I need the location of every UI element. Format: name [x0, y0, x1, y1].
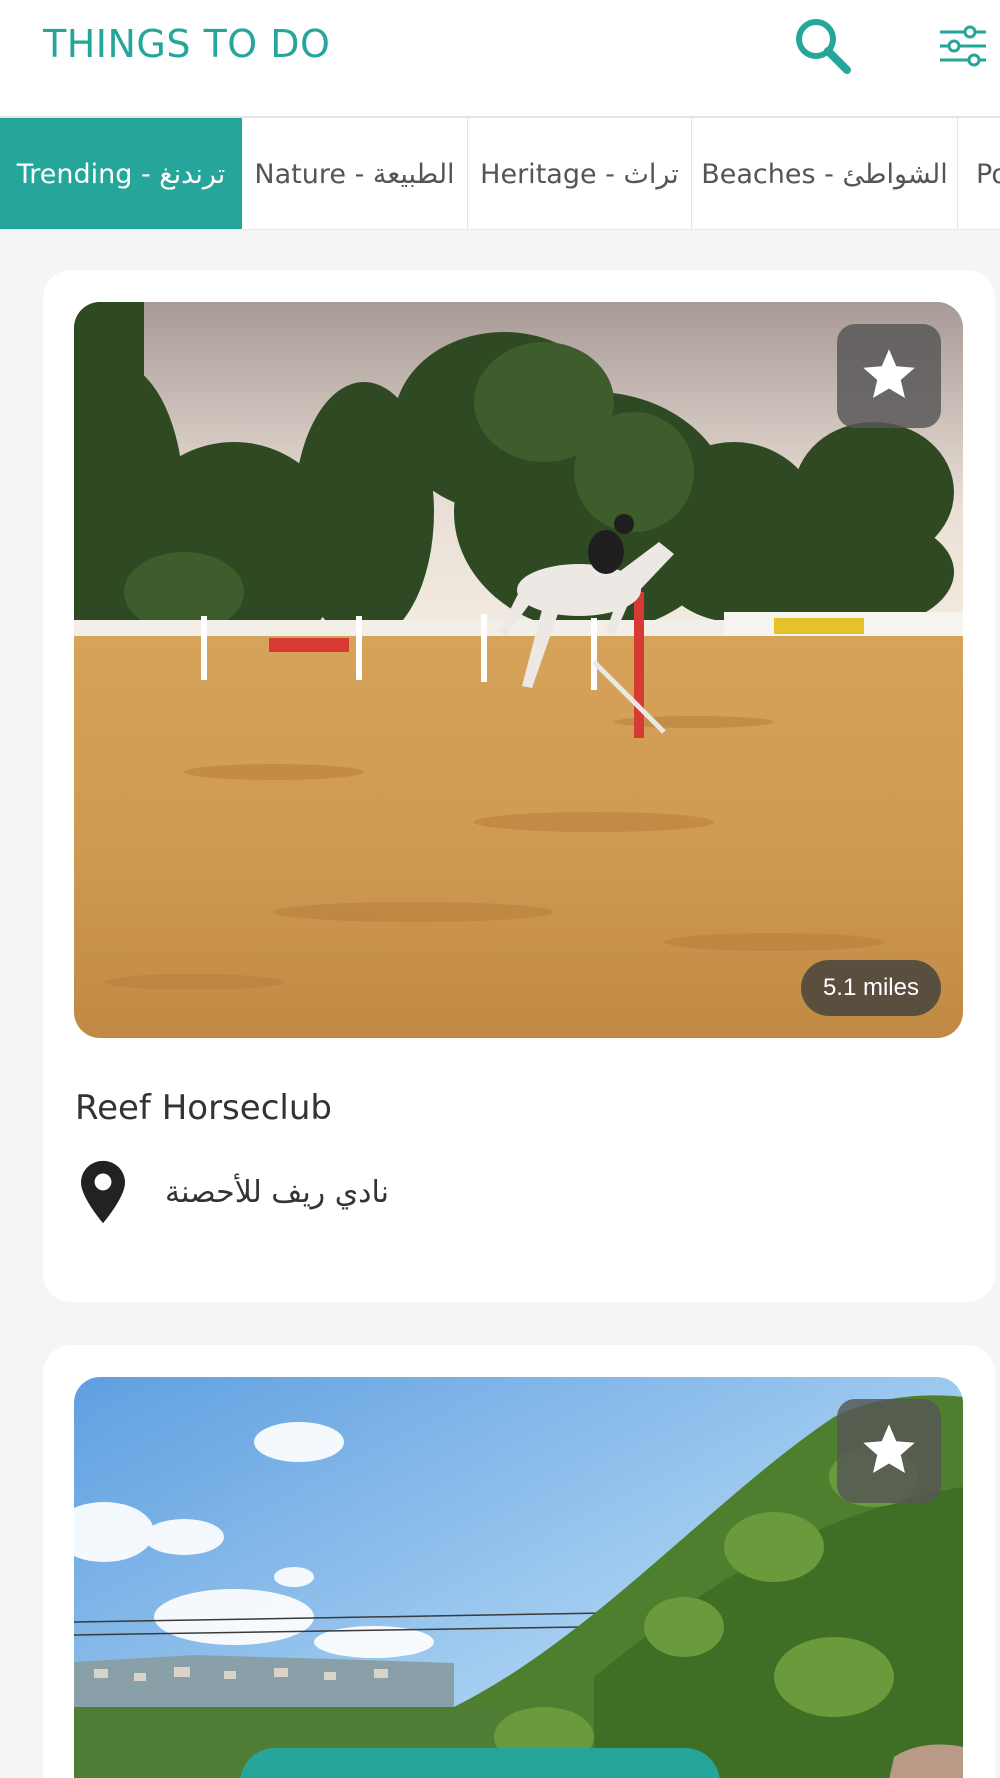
- star-icon: [863, 1424, 915, 1473]
- tab-trending[interactable]: Trending - ترندنغ: [0, 118, 242, 229]
- green-hills-valley-image: [74, 1377, 963, 1778]
- tab-po[interactable]: Po: [958, 118, 1000, 229]
- distance-badge: 5.1 miles: [800, 960, 941, 1016]
- tab-nature[interactable]: Nature - الطبيعة: [242, 118, 468, 229]
- tab-label: Nature - الطبيعة: [254, 158, 455, 190]
- place-image[interactable]: [74, 1377, 963, 1778]
- search-button[interactable]: [787, 10, 859, 82]
- page-title: THINGS TO DO: [43, 22, 331, 66]
- tab-label: Beaches - الشواطئ: [701, 158, 948, 190]
- show-jumping-arena-image: [74, 302, 963, 1038]
- tab-label: Po: [976, 158, 1000, 190]
- favorite-button[interactable]: [837, 324, 941, 428]
- map-pin-icon: [81, 1160, 125, 1224]
- filter-button[interactable]: [927, 10, 999, 82]
- tab-heritage[interactable]: Heritage - تراث: [468, 118, 692, 229]
- location-row: نادي ريف للأحصنة: [81, 1160, 389, 1224]
- place-card[interactable]: 5.1 miles Reef Horseclub نادي ريف للأحصن…: [43, 270, 995, 1302]
- star-icon: [863, 349, 915, 398]
- tab-beaches[interactable]: Beaches - الشواطئ: [692, 118, 958, 229]
- app-header: THINGS TO DO: [0, 0, 1000, 118]
- floating-action-button[interactable]: [240, 1748, 720, 1778]
- place-title: Reef Horseclub: [75, 1088, 332, 1128]
- tab-label: Heritage - تراث: [480, 158, 679, 190]
- filter-sliders-icon: [940, 25, 986, 67]
- location-text: نادي ريف للأحصنة: [165, 1174, 390, 1210]
- place-image[interactable]: 5.1 miles: [74, 302, 963, 1038]
- favorite-button[interactable]: [837, 1399, 941, 1503]
- search-icon: [796, 19, 851, 74]
- place-card[interactable]: [43, 1345, 995, 1778]
- category-tabs: Trending - ترندنغ Nature - الطبيعة Herit…: [0, 118, 1000, 230]
- tab-label: Trending - ترندنغ: [16, 158, 226, 190]
